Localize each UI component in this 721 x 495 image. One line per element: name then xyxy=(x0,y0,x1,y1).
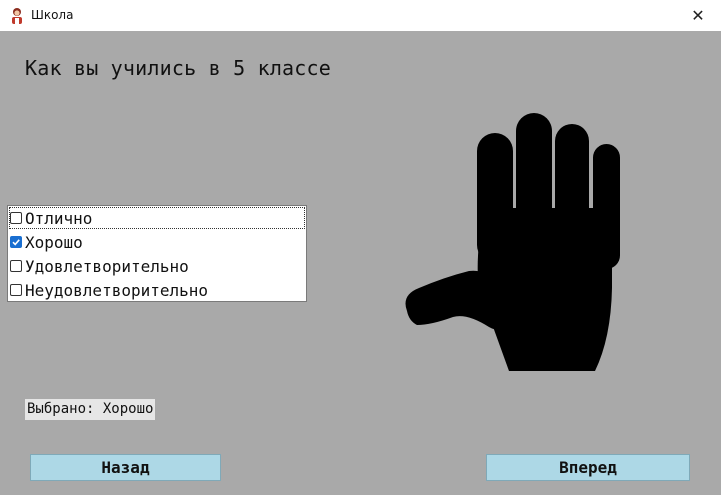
option-udovletvoritelno[interactable]: Удовлетворительно xyxy=(8,254,306,278)
close-button[interactable]: ✕ xyxy=(675,0,721,31)
grade-options-list[interactable]: Отлично Хорошо Удовлетворительно Неудовл… xyxy=(7,205,307,302)
title-bar[interactable]: Школа ✕ xyxy=(0,0,721,31)
back-button[interactable]: Назад xyxy=(30,454,221,481)
app-window: Школа ✕ Как вы учились в 5 классе Отличн… xyxy=(0,0,721,495)
selected-status-label: Выбрано: Хорошо xyxy=(25,399,156,420)
option-label: Хорошо xyxy=(25,232,83,252)
option-label: Отлично xyxy=(25,208,93,228)
checkbox-unchecked-icon[interactable] xyxy=(10,284,22,296)
client-area: Как вы учились в 5 классе Отлично Хорошо… xyxy=(0,31,721,495)
checkbox-unchecked-icon[interactable] xyxy=(10,212,22,224)
option-otlichno[interactable]: Отлично xyxy=(8,206,306,230)
question-title: Как вы учились в 5 классе xyxy=(25,56,332,80)
checkbox-unchecked-icon[interactable] xyxy=(10,260,22,272)
option-khorosho[interactable]: Хорошо xyxy=(8,230,306,254)
option-neudovletvoritelno[interactable]: Неудовлетворительно xyxy=(8,278,306,302)
next-button[interactable]: Вперед xyxy=(486,454,690,481)
option-label: Удовлетворительно xyxy=(25,256,189,276)
option-label: Неудовлетворительно xyxy=(25,280,209,300)
checkbox-checked-icon[interactable] xyxy=(10,236,22,248)
hand-icon xyxy=(405,113,620,371)
school-app-icon xyxy=(12,8,22,24)
close-icon: ✕ xyxy=(691,6,705,25)
window-title: Школа xyxy=(31,8,74,22)
